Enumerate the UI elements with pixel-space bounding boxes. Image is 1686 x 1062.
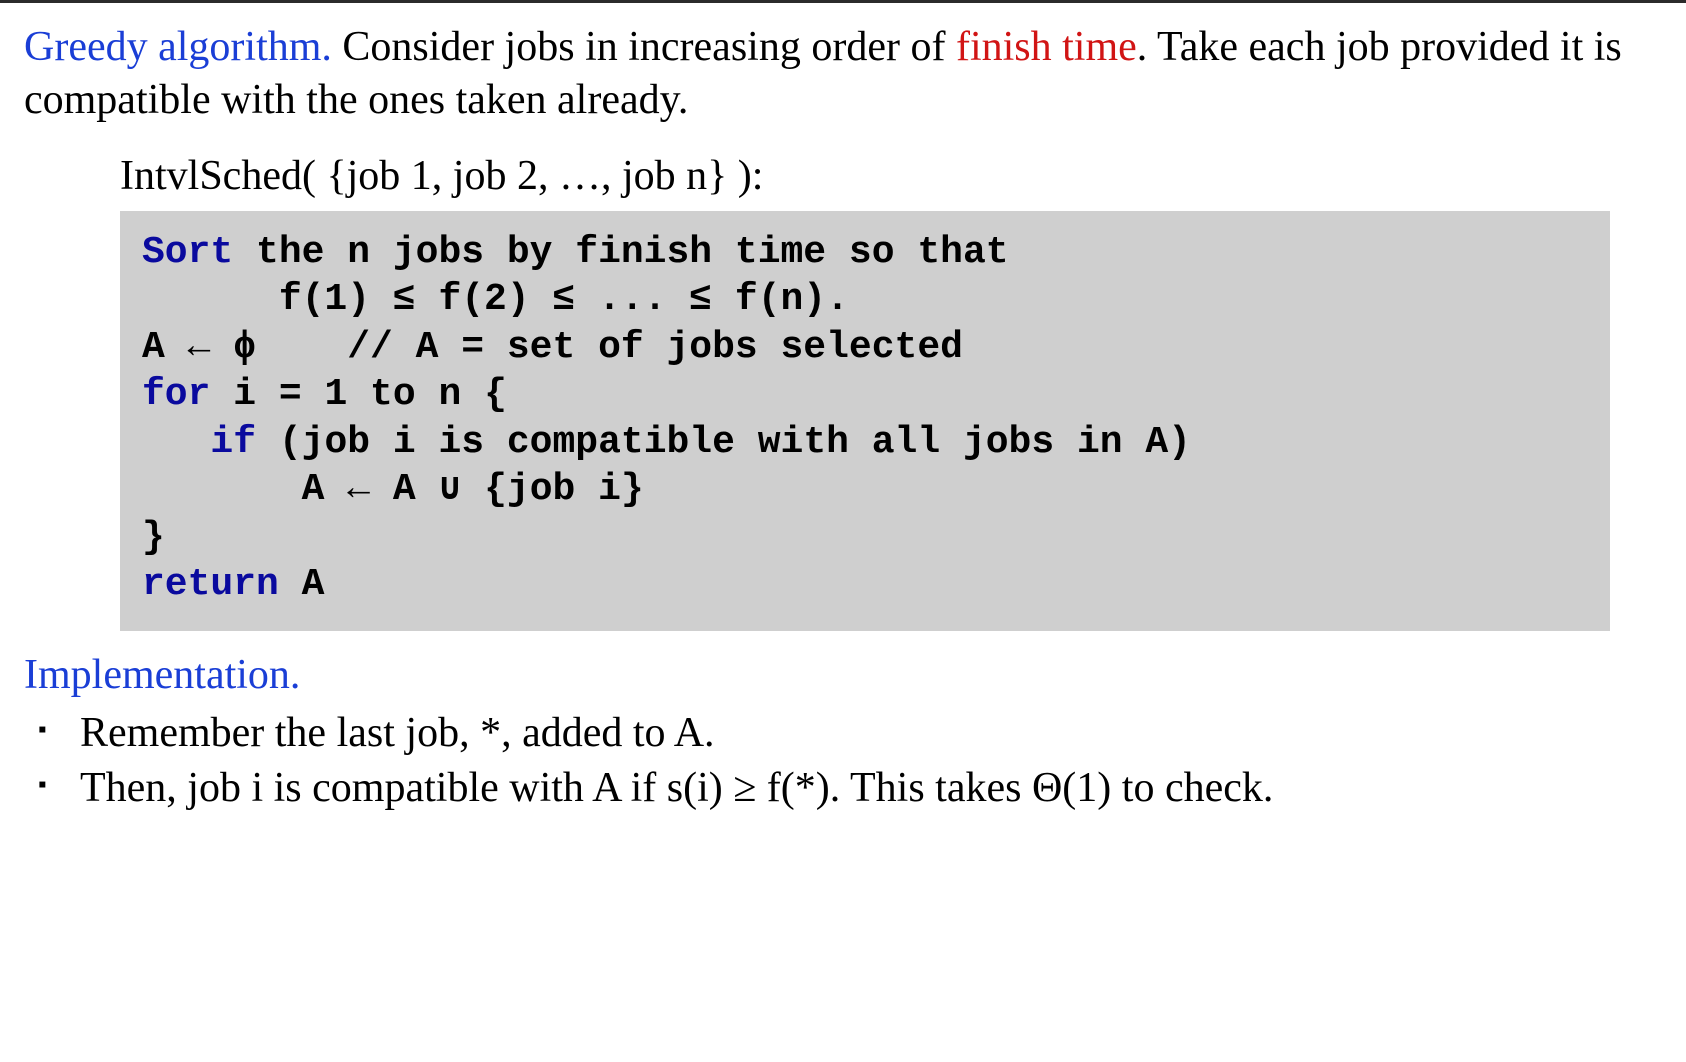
keyword-if: if — [210, 421, 256, 464]
code-line-6: A ← A ∪ {job i} — [142, 466, 1588, 514]
slide-page: Greedy algorithm. Consider jobs in incre… — [0, 0, 1686, 1062]
greedy-algorithm-label: Greedy algorithm. — [24, 24, 332, 70]
function-signature: IntvlSched( {job 1, job 2, …, job n} ): — [120, 150, 1662, 203]
code-line-8-rest: A — [279, 563, 325, 606]
code-line-4-rest: i = 1 to n { — [210, 373, 506, 416]
implementation-heading: Implementation. — [24, 649, 1662, 702]
keyword-return: return — [142, 563, 279, 606]
intro-paragraph: Greedy algorithm. Consider jobs in incre… — [24, 21, 1662, 126]
pseudocode-block: Sort the n jobs by finish time so that f… — [120, 211, 1610, 631]
code-line-5-pre — [142, 421, 210, 464]
code-line-4: for i = 1 to n { — [142, 371, 1588, 419]
bullet-item: Then, job i is compatible with A if s(i)… — [24, 762, 1662, 815]
code-line-8: return A — [142, 561, 1588, 609]
code-line-7: } — [142, 514, 1588, 562]
code-line-1: Sort the n jobs by finish time so that — [142, 229, 1588, 277]
bullet-text: Remember the last job, *, added to A. — [80, 710, 715, 756]
implementation-bullets: Remember the last job, *, added to A. Th… — [24, 707, 1662, 814]
bullet-text: Then, job i is compatible with A if s(i)… — [80, 765, 1273, 811]
bullet-item: Remember the last job, *, added to A. — [24, 707, 1662, 760]
keyword-sort: Sort — [142, 231, 233, 274]
code-line-5-rest: (job i is compatible with all jobs in A) — [256, 421, 1191, 464]
code-line-3: A ← ϕ // A = set of jobs selected — [142, 324, 1588, 372]
intro-text-pre: Consider jobs in increasing order of — [332, 24, 956, 70]
code-line-1-rest: the n jobs by finish time so that — [233, 231, 1008, 274]
keyword-for: for — [142, 373, 210, 416]
finish-time-label: finish time — [956, 24, 1137, 70]
code-line-5: if (job i is compatible with all jobs in… — [142, 419, 1588, 467]
code-line-2: f(1) ≤ f(2) ≤ ... ≤ f(n). — [142, 276, 1588, 324]
